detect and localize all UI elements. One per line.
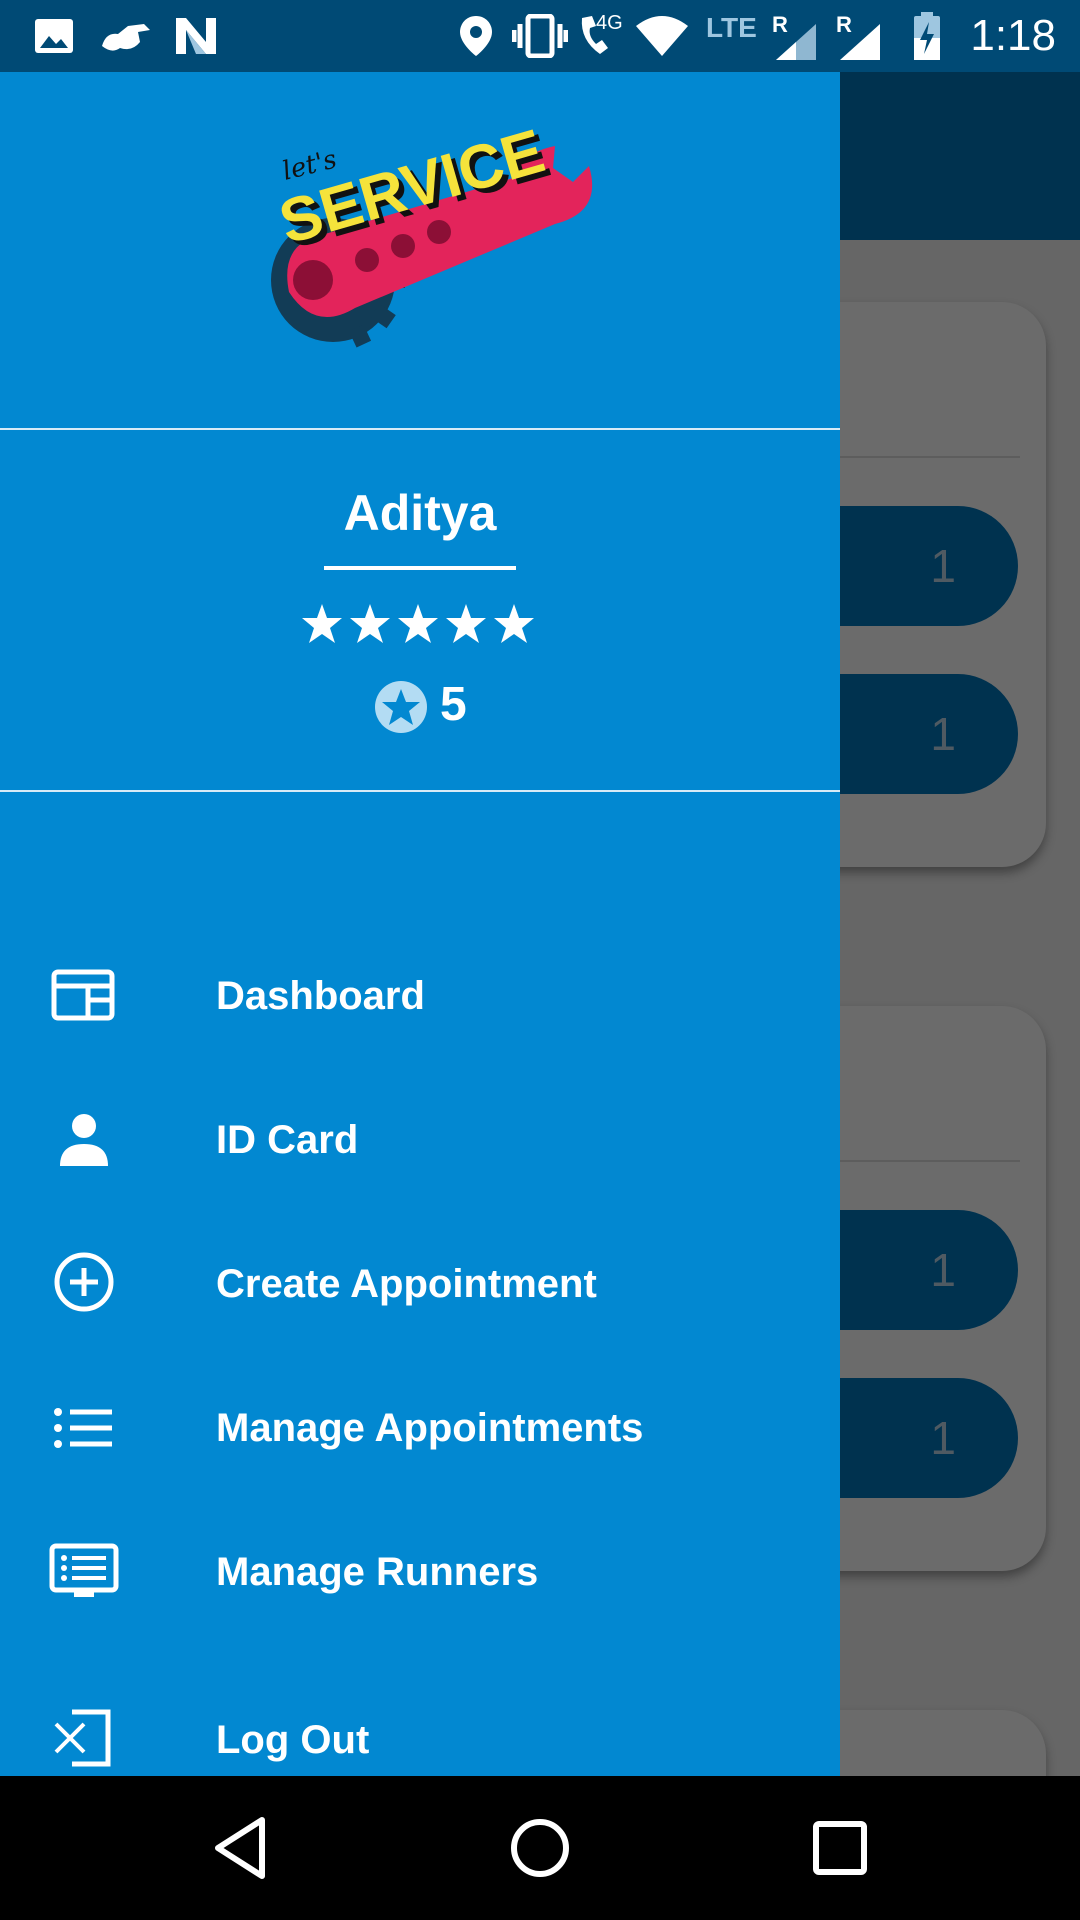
menu-item-label: ID Card (216, 1118, 359, 1162)
location-icon (460, 16, 492, 56)
vibrate-icon (512, 14, 568, 58)
wifi-icon (636, 16, 688, 56)
rating-value: 5 (440, 678, 467, 731)
user-name-underline (324, 566, 516, 570)
menu-item-label: Create Appointment (216, 1262, 597, 1306)
person-icon (60, 1114, 108, 1166)
menu-item-manage-runners[interactable]: Manage Runners (0, 1512, 840, 1632)
battery-charging-icon (914, 12, 940, 60)
star-icon (446, 604, 486, 643)
back-icon[interactable] (206, 1812, 278, 1884)
star-icon (350, 604, 390, 643)
menu-item-create-appointment[interactable]: Create Appointment (0, 1224, 840, 1344)
menu-item-id-card[interactable]: ID Card (0, 1080, 840, 1200)
list-icon (54, 1408, 112, 1448)
home-icon[interactable] (504, 1812, 576, 1884)
signal-icon-1 (776, 24, 816, 60)
drawer-divider-bottom (0, 790, 840, 792)
user-name: Aditya (343, 485, 497, 541)
drawer-divider-top (0, 428, 840, 430)
star-icon (398, 604, 438, 643)
star-icon (302, 604, 342, 643)
bike-icon (102, 24, 150, 51)
star-icon (494, 604, 534, 643)
star-rating (302, 604, 534, 643)
navigation-drawer: let's SERVICE SERVICE Aditya 5 Dashboard (0, 72, 840, 1776)
n-icon (176, 18, 216, 54)
menu-item-manage-appointments[interactable]: Manage Appointments (0, 1368, 840, 1488)
menu-item-label: Manage Appointments (216, 1406, 644, 1450)
recents-icon[interactable] (804, 1812, 876, 1884)
signal-icon-2 (840, 24, 880, 60)
network-4g-label: 4G (596, 12, 623, 34)
menu-item-label: Dashboard (216, 974, 425, 1018)
logout-icon (54, 1709, 111, 1767)
star-badge-icon (375, 681, 427, 733)
network-lte-label: LTE (706, 12, 757, 43)
app-logo: let's SERVICE SERVICE (271, 122, 593, 348)
monitor-list-icon (49, 1543, 119, 1597)
add-circle-icon (54, 1252, 114, 1312)
status-time: 1:18 (970, 11, 1056, 60)
menu-item-label: Manage Runners (216, 1550, 539, 1594)
gallery-icon (35, 19, 73, 53)
system-nav-bar (0, 1776, 1080, 1920)
dashboard-icon (51, 969, 115, 1021)
menu-item-dashboard[interactable]: Dashboard (0, 936, 840, 1056)
status-bar: 4G LTE R R 1:18 (0, 0, 1080, 72)
